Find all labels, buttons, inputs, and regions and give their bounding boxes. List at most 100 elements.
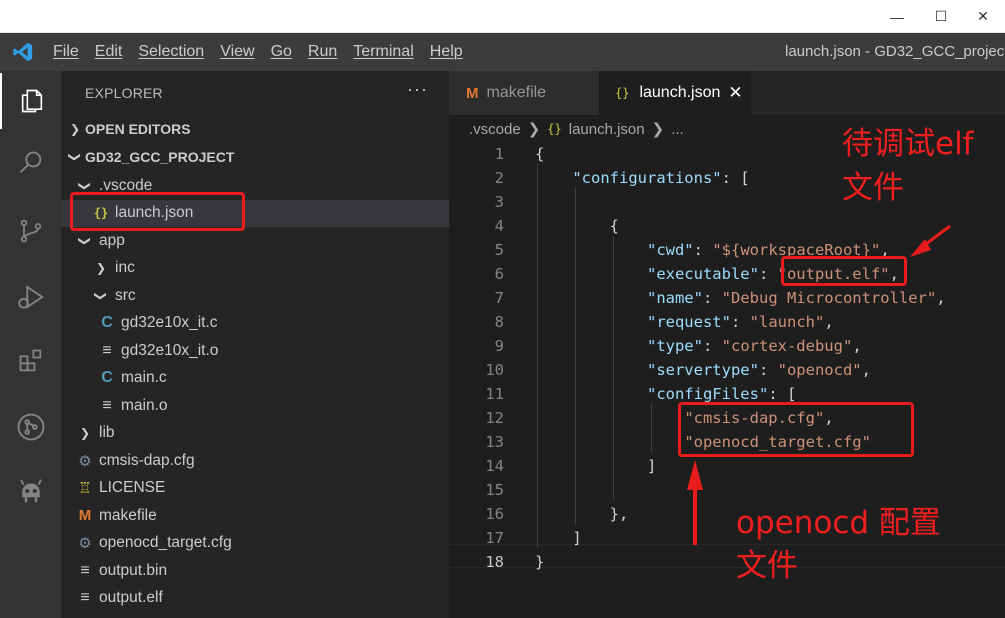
tree-file[interactable]: ⚙ openocd_target.cfg bbox=[61, 530, 449, 557]
chevron-right-icon: ❯ bbox=[95, 261, 107, 275]
tree-folder[interactable]: ❯ lib bbox=[61, 420, 449, 447]
tree-file[interactable]: Cgd32e10x_it.c bbox=[61, 310, 449, 337]
line-number: 18 bbox=[485, 553, 504, 571]
tree-item-label: openocd_target.cfg bbox=[99, 534, 232, 551]
maximize-button[interactable]: ☐ bbox=[918, 0, 964, 33]
run-debug-icon[interactable] bbox=[0, 269, 61, 325]
vscode-logo-icon bbox=[0, 33, 46, 71]
code-line: { bbox=[535, 145, 545, 163]
gear-icon: ⚙ bbox=[78, 535, 92, 552]
code-line: "name": "Debug Microcontroller", bbox=[646, 289, 946, 307]
line-number: 7 bbox=[494, 289, 504, 307]
tree-item-label: output.elf bbox=[99, 589, 163, 606]
menu-go[interactable]: Go bbox=[271, 43, 292, 61]
tree-item-label: output.bin bbox=[99, 561, 168, 579]
annotation-cfg-line2: 文件 bbox=[736, 548, 798, 584]
tree-item-label: makefile bbox=[99, 506, 157, 524]
chevron-down-icon: ❯ bbox=[68, 151, 82, 163]
code-line: "configurations": [ bbox=[572, 169, 750, 187]
line-number: 13 bbox=[485, 433, 504, 451]
tree-item-label: src bbox=[115, 286, 136, 304]
platformio-icon[interactable] bbox=[0, 463, 61, 519]
tree-item-label: app bbox=[99, 231, 125, 249]
text-file-icon: ≡ bbox=[80, 589, 90, 606]
chevron-down-icon: ❯ bbox=[94, 290, 108, 301]
menu-view[interactable]: View bbox=[220, 43, 254, 61]
line-number: 5 bbox=[494, 241, 504, 259]
more-actions-icon[interactable]: ··· bbox=[407, 79, 428, 100]
chevron-right-icon: ❯ bbox=[651, 121, 665, 138]
tree-folder[interactable]: ❯ app bbox=[61, 227, 449, 254]
source-control-icon[interactable] bbox=[0, 203, 61, 259]
close-window-button[interactable]: ✕ bbox=[960, 0, 1005, 33]
close-icon[interactable]: ✕ bbox=[728, 83, 742, 103]
chevron-right-icon: ❯ bbox=[527, 121, 541, 138]
code-line: ] bbox=[535, 457, 657, 475]
text-file-icon: ≡ bbox=[102, 396, 112, 414]
tree-file[interactable]: ≡ gd32e10x_it.o bbox=[61, 337, 449, 364]
line-number: 4 bbox=[494, 217, 504, 235]
menu-terminal[interactable]: Terminal bbox=[353, 43, 413, 61]
search-icon[interactable] bbox=[0, 135, 61, 191]
tab-launch-json[interactable]: {} launch.json ✕ bbox=[599, 71, 751, 115]
menu-bar: File Edit Selection View Go Run Terminal… bbox=[0, 33, 1005, 71]
explorer-title: EXPLORER bbox=[85, 85, 163, 101]
explorer-icon[interactable] bbox=[0, 73, 61, 129]
breadcrumb-folder[interactable]: .vscode bbox=[469, 121, 521, 138]
extensions-icon[interactable] bbox=[0, 333, 61, 389]
tree-item-label: LICENSE bbox=[99, 479, 166, 496]
tab-makefile[interactable]: M makefile bbox=[449, 71, 599, 115]
code-line: }, bbox=[535, 505, 629, 523]
line-number: 17 bbox=[485, 529, 504, 547]
tree-file[interactable]: ≡ main.o bbox=[61, 392, 449, 419]
tree-item-label: gd32e10x_it.c bbox=[121, 314, 218, 331]
json-icon: {} bbox=[547, 122, 562, 136]
menu-run[interactable]: Run bbox=[308, 43, 337, 61]
config-files-highlight bbox=[678, 402, 914, 457]
tree-folder[interactable]: ❯ src bbox=[61, 282, 449, 309]
makefile-icon: M bbox=[466, 84, 479, 102]
tree-item-label: cmsis-dap.cfg bbox=[99, 451, 195, 469]
tree-item-label: main.o bbox=[121, 396, 168, 414]
chevron-down-icon: ❯ bbox=[78, 235, 92, 246]
window-title: launch.json - GD32_GCC_project - V bbox=[785, 43, 1005, 60]
tree-file[interactable]: Mmakefile bbox=[61, 502, 449, 529]
menu-edit[interactable]: Edit bbox=[95, 43, 123, 61]
text-file-icon: ≡ bbox=[80, 561, 90, 579]
breadcrumb-more[interactable]: ... bbox=[671, 121, 684, 138]
remote-icon[interactable] bbox=[0, 399, 61, 455]
code-editor[interactable]: 1{2 "configurations": [3 4 {5 "cwd": "${w… bbox=[449, 140, 1005, 618]
license-icon: ♖ bbox=[78, 480, 92, 497]
menu-help[interactable]: Help bbox=[430, 43, 463, 61]
line-number: 8 bbox=[494, 313, 504, 331]
text-file-icon: ≡ bbox=[102, 341, 112, 359]
tree-file[interactable]: ⚙ cmsis-dap.cfg bbox=[61, 447, 449, 474]
editor-tab-bar: M makefile {} launch.json ✕ bbox=[449, 71, 1005, 115]
line-number: 2 bbox=[494, 169, 504, 187]
tree-file[interactable]: ♖ LICENSE bbox=[61, 475, 449, 502]
tree-folder[interactable]: ❯ inc bbox=[61, 255, 449, 282]
gear-icon: ⚙ bbox=[78, 452, 92, 470]
tree-file[interactable]: Cmain.c bbox=[61, 365, 449, 392]
open-editors-section[interactable]: ❯ OPEN EDITORS bbox=[61, 117, 449, 141]
tree-file[interactable]: ≡ output.elf bbox=[61, 585, 449, 612]
code-line: "type": "cortex-debug", bbox=[646, 337, 862, 355]
menu-selection[interactable]: Selection bbox=[138, 43, 204, 61]
minimize-button[interactable]: — bbox=[874, 0, 920, 33]
annotation-elf-line2: 文件 bbox=[842, 170, 904, 206]
code-line: } bbox=[535, 553, 545, 571]
menu-file[interactable]: File bbox=[53, 43, 79, 61]
tree-item-label: lib bbox=[99, 424, 115, 441]
breadcrumb-file[interactable]: launch.json bbox=[569, 121, 645, 138]
tree-file[interactable]: ≡ output.bin bbox=[61, 557, 449, 584]
makefile-icon: M bbox=[78, 507, 92, 524]
code-line: "servertype": "openocd", bbox=[646, 361, 871, 379]
executable-highlight bbox=[781, 256, 907, 286]
line-number: 14 bbox=[485, 457, 504, 475]
line-number: 12 bbox=[485, 409, 504, 427]
annotation-cfg-line1: openocd 配置 bbox=[736, 505, 941, 541]
tab-label: makefile bbox=[486, 84, 547, 101]
tab-label: launch.json bbox=[639, 84, 721, 101]
project-section[interactable]: ❯ GD32_GCC_PROJECT bbox=[61, 145, 449, 169]
chevron-right-icon: ❯ bbox=[69, 122, 81, 136]
